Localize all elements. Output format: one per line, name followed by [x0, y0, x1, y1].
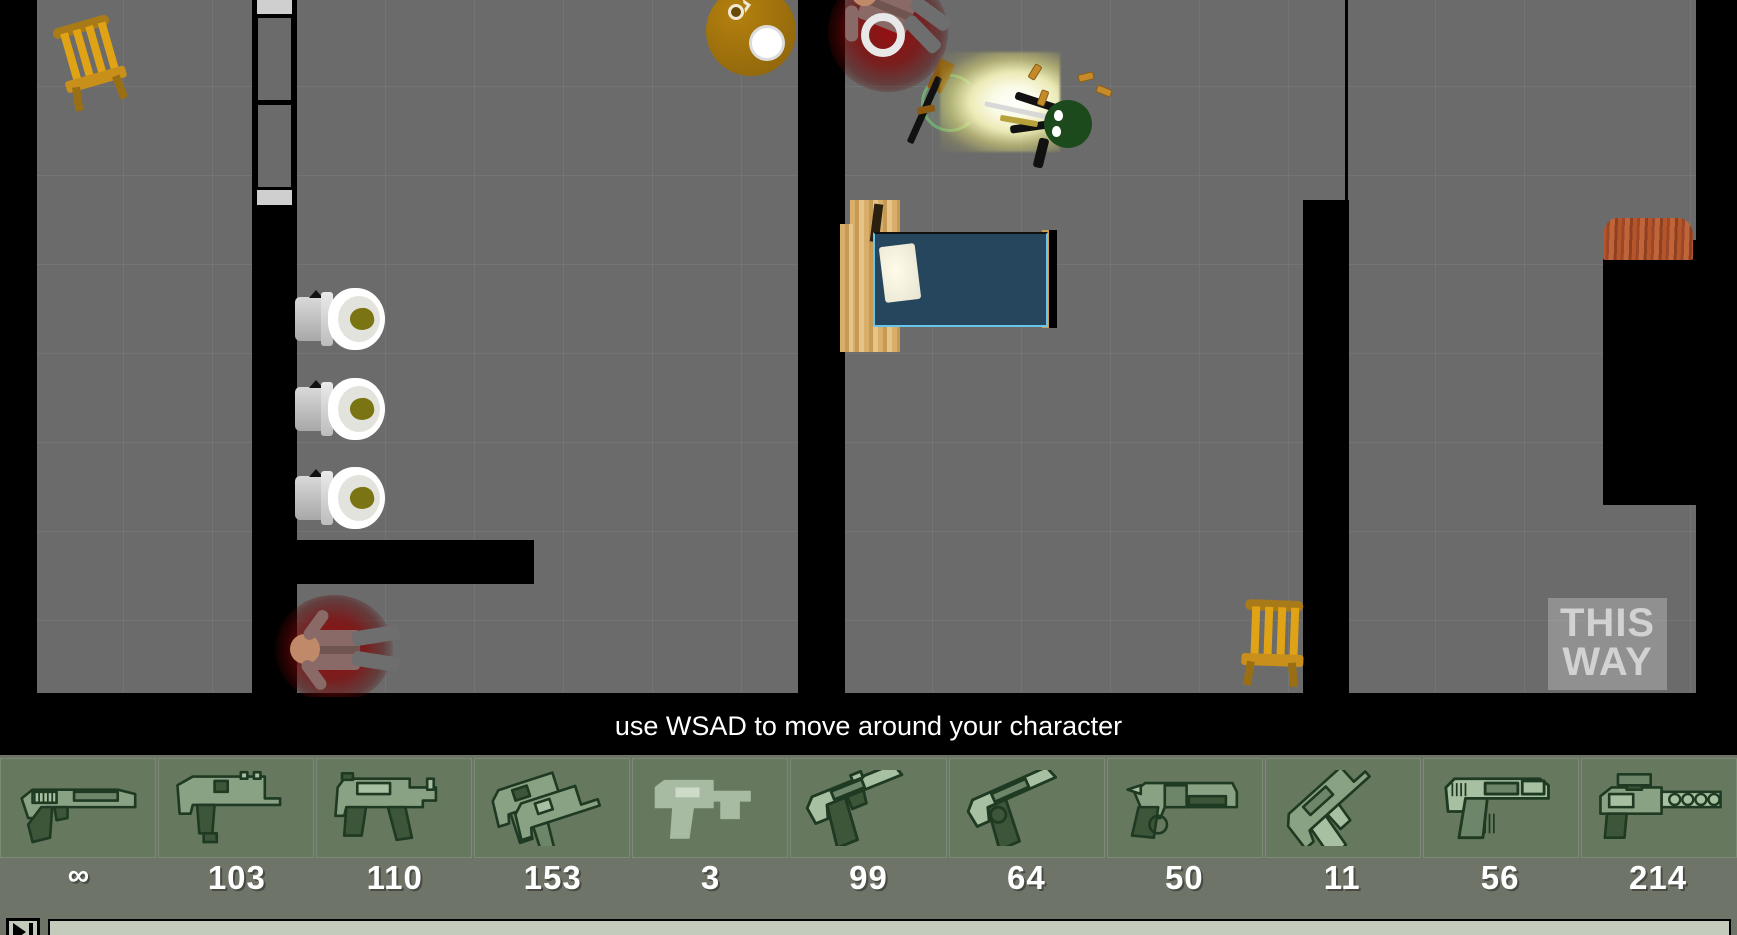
smg-dual-icon [491, 771, 601, 847]
nailgun-icon [654, 779, 751, 839]
weapon-slot-compact-pistol[interactable] [948, 758, 1105, 858]
corpse-leg [351, 650, 401, 673]
bed-headboard-post [840, 224, 853, 352]
skip-bar-icon [29, 923, 33, 935]
hint-bar: use WSAD to move around your character [0, 697, 1737, 755]
bed-frame-right-shadow [1049, 230, 1057, 328]
corpse-arm [845, 5, 859, 42]
toilet-1[interactable] [295, 288, 385, 350]
sign-line-1: THIS [1560, 601, 1656, 645]
ammo-count: 56 [1480, 859, 1520, 896]
ammo-count: 103 [207, 859, 266, 896]
this-way-sign: THIS WAY [1548, 598, 1668, 691]
ammo-count: 3 [700, 859, 721, 896]
ammo-count: 50 [1164, 859, 1204, 896]
game-viewport[interactable]: THIS WAY [0, 0, 1737, 697]
player-leg [1032, 137, 1050, 169]
weapon-slot-tec-9[interactable] [1264, 758, 1421, 858]
wall-right-outer [1696, 0, 1737, 697]
ammo-counts: ∞ 103 110 153 3 99 64 50 11 56 214 [0, 859, 1737, 903]
bed[interactable] [840, 200, 1070, 360]
weapon-slot-glock[interactable] [790, 758, 947, 858]
door-cap-top [257, 0, 292, 14]
game-window: THIS WAY use WSAD to move around your ch… [0, 0, 1737, 935]
weapon-slot-mac-10[interactable] [158, 758, 315, 858]
weapon-slot-mp7[interactable] [316, 758, 473, 858]
player-head [1044, 100, 1092, 148]
weapon-slot-scoped-rifle[interactable] [1580, 758, 1737, 858]
ammo-count: 110 [366, 859, 423, 896]
wall-right-divider [1303, 200, 1349, 697]
door-pane-upper[interactable] [258, 18, 291, 100]
smg-tec9-icon [1287, 769, 1372, 847]
hint-text: use WSAD to move around your character [614, 710, 1123, 741]
ammo-count: 64 [1007, 859, 1046, 896]
corpse-leg [351, 624, 401, 647]
door-cap-bottom [257, 190, 292, 205]
bottom-bar [0, 915, 1737, 935]
pistol-glock-icon [805, 769, 904, 847]
plate [752, 28, 782, 58]
bed-pillow [878, 243, 922, 303]
weapon-slot-usp-pistol[interactable] [1422, 758, 1579, 858]
smg-mac-icon [175, 770, 282, 844]
weapon-slots [0, 755, 1737, 875]
progress-bar[interactable] [48, 919, 1731, 935]
crate[interactable] [1603, 218, 1693, 260]
chair-leg [72, 86, 84, 112]
ammo-count: 11 [1323, 859, 1361, 896]
ammo-count: ∞ [67, 859, 91, 892]
hud: ∞ 103 110 153 3 99 64 50 11 56 214 [0, 755, 1737, 935]
ammo-count: 214 [1628, 859, 1688, 896]
revolver-icon [1126, 781, 1239, 839]
toilet-3[interactable] [295, 467, 385, 529]
weapon-slot-dual-uzi[interactable] [474, 758, 631, 858]
floor-right-room [1348, 0, 1603, 697]
door [252, 0, 297, 215]
wall-center-divider [798, 0, 845, 495]
sign-line-2: WAY [1562, 640, 1653, 685]
weapon-slot-desert-eagle[interactable] [0, 758, 157, 858]
corpse-bottom [290, 607, 402, 693]
wall-far-right [1603, 240, 1696, 505]
crosshair [861, 13, 905, 57]
toilet-2[interactable] [295, 378, 385, 440]
rifle-scoped-icon [1598, 772, 1722, 839]
weapon-slot-nailgun[interactable] [632, 758, 789, 858]
wall-left-outer [0, 0, 37, 697]
pistol-large-icon [19, 788, 137, 844]
ammo-count: 153 [523, 859, 582, 896]
next-button[interactable] [6, 918, 40, 935]
chair-leg [111, 74, 129, 100]
weapon-slot-revolver[interactable] [1106, 758, 1263, 858]
play-icon [13, 923, 26, 935]
pistol-usp-icon [1444, 777, 1551, 839]
ammo-count: 99 [849, 859, 888, 896]
smg-mp7-icon [333, 771, 438, 841]
chair-bottom-right[interactable] [1241, 599, 1306, 688]
pistol-compact-icon [966, 769, 1058, 847]
door-pane-lower[interactable] [258, 105, 291, 187]
player-eye [1054, 110, 1063, 121]
wall-left-stub [297, 540, 534, 584]
player-eye [1052, 126, 1061, 137]
